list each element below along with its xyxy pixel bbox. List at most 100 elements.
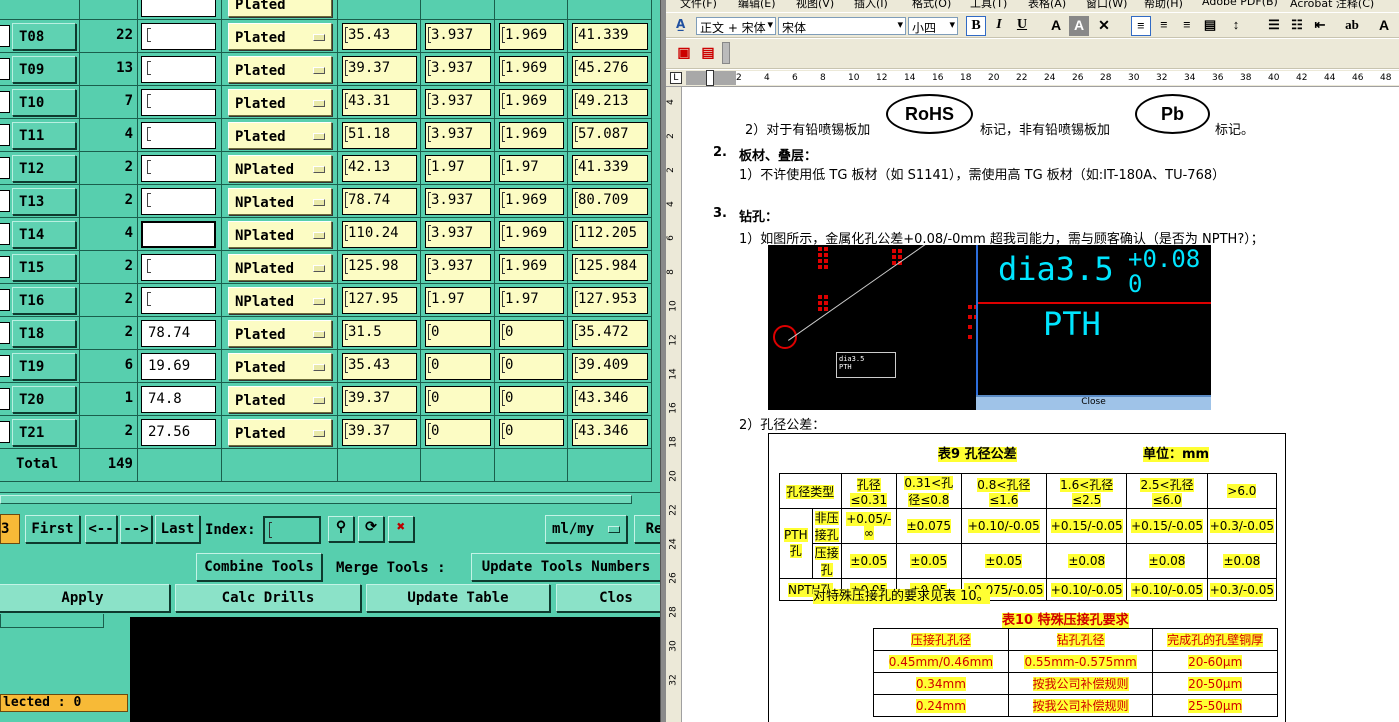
index-input[interactable]: [263, 516, 321, 544]
value-field[interactable]: 39.37: [342, 386, 417, 413]
tool-icon[interactable]: [0, 25, 10, 47]
scrollbar-thumb[interactable]: [0, 495, 632, 504]
tool-button[interactable]: T15: [12, 254, 76, 281]
toolbar-options-icon[interactable]: [722, 42, 730, 64]
value-field[interactable]: 39.37: [342, 419, 417, 446]
plating-select[interactable]: NPlated: [228, 188, 332, 215]
value-field[interactable]: 1.97: [499, 155, 564, 182]
plating-select[interactable]: NPlated: [228, 254, 332, 281]
value-field[interactable]: 35.43: [342, 23, 417, 50]
tool-icon[interactable]: [0, 256, 10, 278]
value-field[interactable]: 112.205: [572, 221, 648, 248]
value-field[interactable]: 42.13: [342, 155, 417, 182]
size-input[interactable]: [141, 122, 216, 149]
align-justify-icon[interactable]: ≡: [1131, 16, 1151, 36]
delete-icon-button[interactable]: ✖: [388, 516, 414, 542]
tool-button[interactable]: T16: [12, 287, 76, 314]
size-input[interactable]: 78.74: [141, 320, 216, 347]
value-field[interactable]: 1.969: [499, 23, 564, 50]
tool-button[interactable]: T11: [12, 122, 76, 149]
tool-button[interactable]: T08: [12, 23, 76, 50]
menu-table[interactable]: 表格(A): [1028, 0, 1066, 11]
plating-select[interactable]: Plated: [228, 353, 332, 380]
tool-icon[interactable]: [0, 124, 10, 146]
size-input[interactable]: [141, 254, 216, 281]
tool-button[interactable]: T13: [12, 188, 76, 215]
plating-select[interactable]: Plated: [228, 419, 332, 446]
highlight-icon[interactable]: A: [1069, 16, 1089, 36]
calc-drills-button[interactable]: Calc Drills: [175, 584, 361, 612]
value-field[interactable]: 1.969: [499, 221, 564, 248]
size-input[interactable]: [141, 155, 216, 182]
distribute-icon[interactable]: ▤: [1200, 16, 1220, 36]
value-field[interactable]: 0: [499, 353, 564, 380]
menu-insert[interactable]: 插入(I): [854, 0, 888, 11]
size-input[interactable]: [141, 23, 216, 50]
underline-button[interactable]: U: [1012, 16, 1032, 36]
line-spacing-icon[interactable]: ↕: [1226, 16, 1246, 36]
plating-select[interactable]: NPlated: [228, 155, 332, 182]
menu-file[interactable]: 文件(F): [680, 0, 717, 11]
plating-select[interactable]: NPlated: [228, 221, 332, 248]
plating-select[interactable]: Plated: [228, 122, 332, 149]
value-field[interactable]: 3.937: [425, 221, 491, 248]
prev-button[interactable]: <--: [85, 515, 117, 543]
size-input[interactable]: 19.69: [141, 353, 216, 380]
menu-window[interactable]: 窗口(W): [1086, 0, 1127, 11]
tab-selector-icon[interactable]: L: [670, 72, 682, 84]
plating-select[interactable]: Plated: [228, 320, 332, 347]
value-field[interactable]: 31.5: [342, 320, 417, 347]
value-field[interactable]: 127.95: [342, 287, 417, 314]
value-field[interactable]: 1.97: [425, 287, 491, 314]
value-field[interactable]: 0: [425, 419, 491, 446]
tool-icon[interactable]: [0, 355, 10, 377]
close-button[interactable]: Clos: [556, 584, 660, 612]
value-field[interactable]: 125.984: [572, 254, 648, 281]
italic-button[interactable]: I: [989, 16, 1009, 36]
tool-icon[interactable]: [0, 91, 10, 113]
tool-button[interactable]: T09: [12, 56, 76, 83]
value-field[interactable]: 39.409: [572, 353, 648, 380]
tool-button[interactable]: T10: [12, 89, 76, 116]
menu-format[interactable]: 格式(O): [912, 0, 951, 11]
numbering-icon[interactable]: ☰: [1264, 16, 1284, 36]
update-tools-numbers-button[interactable]: Update Tools Numbers: [471, 553, 660, 581]
value-field[interactable]: 110.24: [342, 221, 417, 248]
value-field[interactable]: 3.937: [425, 89, 491, 116]
value-field[interactable]: 57.087: [572, 122, 648, 149]
combine-tools-button[interactable]: Combine Tools: [196, 553, 322, 581]
tool-button[interactable]: T14: [12, 221, 76, 248]
horizontal-ruler[interactable]: L 2 4 6 8 10 12 14 16 18 20 22 24 26 28 30 32 34 36 38 40 42…: [666, 70, 1399, 87]
styles-icon[interactable]: A̲: [676, 17, 685, 31]
value-field[interactable]: 1.969: [499, 89, 564, 116]
font-color-icon[interactable]: A: [1046, 16, 1066, 36]
tool-icon[interactable]: [0, 322, 10, 344]
value-field[interactable]: 43.346: [572, 386, 648, 413]
menu-view[interactable]: 视图(V): [796, 0, 834, 11]
units-select[interactable]: ml/my: [545, 515, 627, 543]
value-field[interactable]: 78.74: [342, 188, 417, 215]
value-field[interactable]: 0: [499, 419, 564, 446]
value-field[interactable]: 0: [499, 386, 564, 413]
value-field[interactable]: 1.969: [499, 254, 564, 281]
plating-select[interactable]: Plated: [228, 386, 332, 413]
size-input[interactable]: [141, 287, 216, 314]
apply-button[interactable]: Apply: [0, 584, 170, 612]
size-input[interactable]: 27.56: [141, 419, 216, 446]
value-field[interactable]: 43.31: [342, 89, 417, 116]
value-field[interactable]: 41.339: [572, 23, 648, 50]
plating-select[interactable]: Plated: [228, 89, 332, 116]
value-field[interactable]: 43.346: [572, 419, 648, 446]
tool-button[interactable]: T21: [12, 419, 76, 446]
size-input[interactable]: [141, 0, 216, 17]
value-field[interactable]: 1.969: [499, 122, 564, 149]
value-field[interactable]: 3.937: [425, 56, 491, 83]
bullets-icon[interactable]: ☷: [1287, 16, 1307, 36]
update-table-button[interactable]: Update Table: [366, 584, 550, 612]
value-field[interactable]: 35.472: [572, 320, 648, 347]
size-input[interactable]: [141, 188, 216, 215]
bold-button[interactable]: B: [966, 16, 986, 36]
table-scrollbar[interactable]: [0, 492, 660, 506]
phonetic-icon[interactable]: ab: [1342, 16, 1362, 36]
indent-marker-icon[interactable]: [706, 70, 714, 86]
